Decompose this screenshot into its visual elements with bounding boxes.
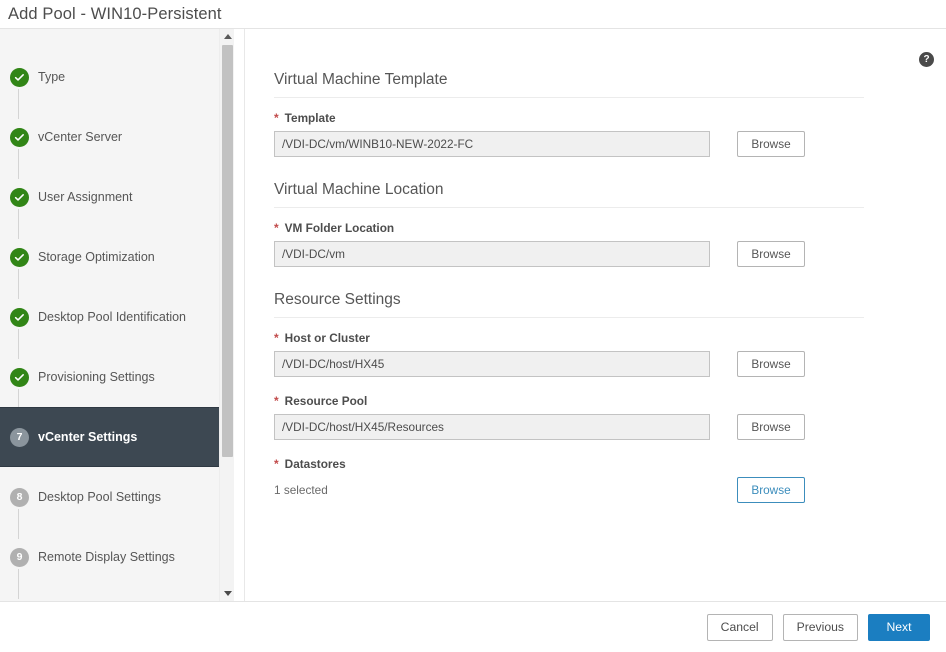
field-row-host-or-cluster: /VDI-DC/host/HX45 Browse bbox=[274, 351, 864, 377]
sidebar-scrollbar[interactable] bbox=[219, 29, 234, 601]
required-asterisk-icon: * bbox=[274, 111, 279, 125]
step-list: Type vCenter Server User Assignment Storage… bbox=[0, 29, 234, 599]
section-title: Resource Settings bbox=[274, 291, 864, 318]
step-number-badge: 8 bbox=[10, 487, 29, 507]
check-icon bbox=[14, 313, 24, 321]
required-asterisk-icon: * bbox=[274, 394, 279, 408]
add-pool-wizard: Add Pool - WIN10-Persistent Type vCenter … bbox=[0, 0, 946, 652]
vcenter-settings-form: Virtual Machine Template * Template/VDI-DC… bbox=[274, 71, 864, 503]
sidebar-step-type[interactable]: Type bbox=[0, 47, 234, 119]
wizard-footer: Cancel Previous Next bbox=[0, 601, 946, 652]
browse-button-datastores[interactable]: Browse bbox=[737, 477, 805, 503]
sidebar-step-user-assignment[interactable]: User Assignment bbox=[0, 167, 234, 239]
template-input[interactable]: /VDI-DC/vm/WINB10-NEW-2022-FC bbox=[274, 131, 710, 157]
wizard-content-panel: ? Virtual Machine Template * Template/VDI-… bbox=[246, 29, 946, 601]
previous-button[interactable]: Previous bbox=[782, 613, 858, 641]
page-title: Add Pool - WIN10-Persistent bbox=[8, 4, 222, 23]
step-complete-check-icon bbox=[10, 307, 29, 327]
field-row-datastores: 1 selected Browse bbox=[274, 477, 864, 503]
required-asterisk-icon: * bbox=[274, 331, 279, 345]
resource-pool-input[interactable]: /VDI-DC/host/HX45/Resources bbox=[274, 414, 710, 440]
sidebar-step-label: Desktop Pool Settings bbox=[38, 490, 161, 504]
next-button[interactable]: Next bbox=[868, 613, 930, 641]
sidebar-step-label: Storage Optimization bbox=[38, 250, 155, 264]
sidebar-step-label: vCenter Settings bbox=[38, 430, 138, 444]
wizard-body: Type vCenter Server User Assignment Storage… bbox=[0, 28, 946, 601]
step-number-badge: 9 bbox=[10, 547, 29, 567]
section-title: Virtual Machine Location bbox=[274, 181, 864, 208]
field-label-datastores: * Datastores bbox=[274, 457, 864, 471]
check-icon bbox=[14, 253, 24, 261]
sidebar-step-label: Type bbox=[38, 70, 66, 84]
step-complete-check-icon bbox=[10, 127, 29, 147]
field-label-text: Template bbox=[284, 111, 336, 125]
datastores-selected-count: 1 selected bbox=[274, 483, 328, 497]
step-complete-check-icon bbox=[10, 247, 29, 267]
scrollbar-thumb[interactable] bbox=[222, 45, 233, 457]
browse-button-template[interactable]: Browse bbox=[737, 131, 805, 157]
host-or-cluster-input[interactable]: /VDI-DC/host/HX45 bbox=[274, 351, 710, 377]
browse-button-vm-folder-location[interactable]: Browse bbox=[737, 241, 805, 267]
field-label-text: VM Folder Location bbox=[284, 221, 395, 235]
field-label-resource-pool: * Resource Pool bbox=[274, 394, 864, 408]
sidebar-step-label: Provisioning Settings bbox=[38, 370, 155, 384]
step-complete-check-icon bbox=[10, 67, 29, 87]
field-row-resource-pool: /VDI-DC/host/HX45/Resources Browse bbox=[274, 414, 864, 440]
sidebar-step-label: User Assignment bbox=[38, 190, 133, 204]
sidebar-step-label: vCenter Server bbox=[38, 130, 123, 144]
sidebar-step-vcenter-server[interactable]: vCenter Server bbox=[0, 107, 234, 179]
sidebar-step-vcenter-settings[interactable]: 7 vCenter Settings bbox=[0, 407, 234, 467]
field-label-vm-folder-location: * VM Folder Location bbox=[274, 221, 864, 235]
section-title: Virtual Machine Template bbox=[274, 71, 864, 98]
sidebar-step-desktop-pool-settings[interactable]: 8 Desktop Pool Settings bbox=[0, 467, 234, 539]
check-icon bbox=[14, 373, 24, 381]
browse-button-host-or-cluster[interactable]: Browse bbox=[737, 351, 805, 377]
sidebar-step-remote-display-settings[interactable]: 9 Remote Display Settings bbox=[0, 527, 234, 599]
scroll-down-icon[interactable] bbox=[220, 586, 234, 601]
browse-button-resource-pool[interactable]: Browse bbox=[737, 414, 805, 440]
wizard-step-sidebar: Type vCenter Server User Assignment Storage… bbox=[0, 29, 234, 601]
sidebar-step-storage-optimization[interactable]: Storage Optimization bbox=[0, 227, 234, 299]
required-asterisk-icon: * bbox=[274, 221, 279, 235]
cancel-button[interactable]: Cancel bbox=[706, 613, 773, 641]
help-icon[interactable]: ? bbox=[919, 52, 934, 67]
sidebar-step-desktop-pool-identification[interactable]: Desktop Pool Identification bbox=[0, 287, 234, 359]
step-complete-check-icon bbox=[10, 367, 29, 387]
sidebar-step-label: Desktop Pool Identification bbox=[38, 310, 187, 324]
field-row-vm-folder-location: /VDI-DC/vm Browse bbox=[274, 241, 864, 267]
sidebar-step-label: Remote Display Settings bbox=[38, 550, 175, 564]
step-complete-check-icon bbox=[10, 187, 29, 207]
sidebar-step-provisioning-settings[interactable]: Provisioning Settings bbox=[0, 347, 234, 419]
scroll-up-icon[interactable] bbox=[220, 29, 234, 44]
sidebar-divider bbox=[234, 29, 245, 601]
check-icon bbox=[14, 73, 24, 81]
field-label-text: Resource Pool bbox=[284, 394, 368, 408]
check-icon bbox=[14, 193, 24, 201]
step-number-badge: 7 bbox=[10, 427, 29, 447]
required-asterisk-icon: * bbox=[274, 457, 279, 471]
check-icon bbox=[14, 133, 24, 141]
step-connector-line bbox=[18, 569, 19, 599]
window-header: Add Pool - WIN10-Persistent bbox=[0, 0, 946, 28]
vm-folder-location-input[interactable]: /VDI-DC/vm bbox=[274, 241, 710, 267]
field-label-text: Datastores bbox=[284, 457, 346, 471]
field-label-text: Host or Cluster bbox=[284, 331, 370, 345]
field-row-template: /VDI-DC/vm/WINB10-NEW-2022-FC Browse bbox=[274, 131, 864, 157]
field-label-host-or-cluster: * Host or Cluster bbox=[274, 331, 864, 345]
field-label-template: * Template bbox=[274, 111, 864, 125]
